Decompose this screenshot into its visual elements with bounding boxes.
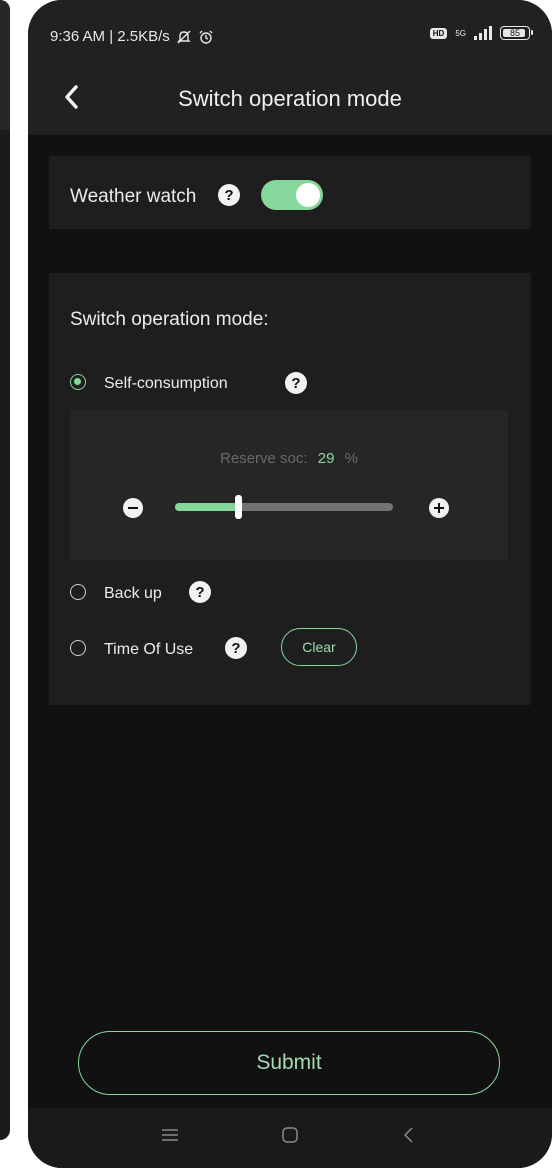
question-icon[interactable]: ? xyxy=(285,372,307,394)
back-icon[interactable] xyxy=(400,1126,418,1144)
self-consumption-radio[interactable] xyxy=(70,374,86,390)
slider-fill xyxy=(175,503,239,511)
battery-icon: 85 xyxy=(500,26,533,40)
status-time-speed: 9:36 AM | 2.5KB/s xyxy=(50,28,170,45)
app-header xyxy=(28,0,552,135)
clear-button[interactable]: Clear xyxy=(281,628,357,666)
battery-level: 85 xyxy=(509,28,520,38)
weather-watch-label: Weather watch xyxy=(70,186,197,207)
status-bar-right: HD 5G 85 xyxy=(429,26,533,40)
time-of-use-radio[interactable] xyxy=(70,640,86,656)
self-consumption-label[interactable]: Self-consumption xyxy=(104,375,228,393)
slider-thumb[interactable] xyxy=(235,495,243,519)
menu-icon[interactable] xyxy=(161,1126,179,1144)
weather-watch-card: Weather watch ? xyxy=(49,156,531,229)
signal-icon xyxy=(474,26,492,40)
question-icon[interactable]: ? xyxy=(225,637,247,659)
system-nav-bar xyxy=(28,1108,552,1168)
minus-icon xyxy=(128,507,138,509)
reserve-soc-value: 29 xyxy=(317,450,335,467)
back-up-label[interactable]: Back up xyxy=(104,585,162,603)
operation-mode-heading: Switch operation mode: xyxy=(70,309,269,330)
reserve-soc-readout: Reserve soc: 29 % xyxy=(70,450,508,467)
network-label: 5G xyxy=(455,28,466,38)
reserve-soc-unit: % xyxy=(344,450,358,467)
time-of-use-label[interactable]: Time Of Use xyxy=(104,641,193,659)
increase-button[interactable] xyxy=(429,498,449,518)
alarm-icon xyxy=(199,30,213,44)
decrease-button[interactable] xyxy=(123,498,143,518)
mute-icon xyxy=(177,30,191,43)
status-bar-left: 9:36 AM | 2.5KB/s xyxy=(50,28,214,45)
reserve-soc-slider[interactable] xyxy=(175,495,393,519)
phone-screen: 9:36 AM | 2.5KB/s HD 5G 85 Switch operat… xyxy=(28,0,552,1168)
back-up-radio[interactable] xyxy=(70,584,86,600)
reserve-soc-label: Reserve soc: xyxy=(220,450,308,467)
hd-badge: HD xyxy=(429,27,448,39)
previous-screen-edge xyxy=(0,0,10,1140)
weather-watch-toggle[interactable] xyxy=(261,180,323,210)
page-title: Switch operation mode xyxy=(178,86,402,111)
home-icon[interactable] xyxy=(281,1126,299,1144)
question-icon[interactable]: ? xyxy=(189,581,211,603)
reserve-soc-panel: Reserve soc: 29 % xyxy=(70,410,508,560)
submit-button[interactable]: Submit xyxy=(78,1031,500,1095)
question-icon[interactable]: ? xyxy=(218,184,240,206)
operation-mode-card: Switch operation mode: Self-consumption … xyxy=(49,273,531,705)
